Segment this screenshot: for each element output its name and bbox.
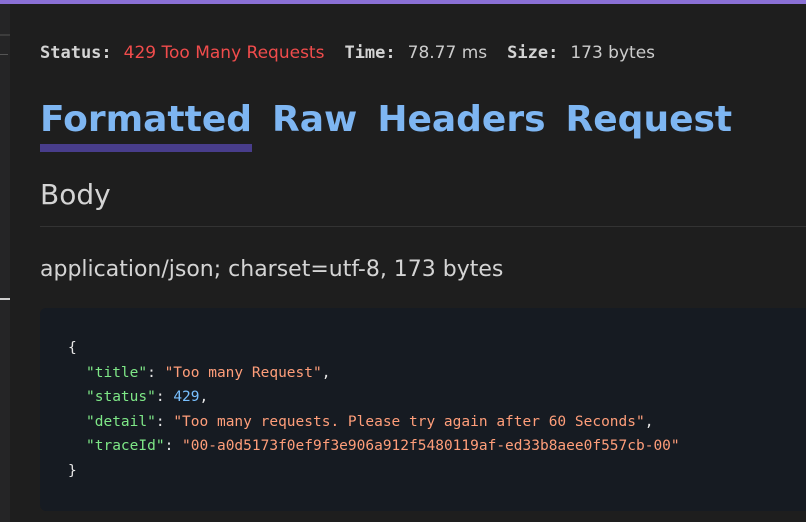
time-value: 78.77 ms (407, 43, 488, 63)
status-label: Status: (40, 43, 112, 63)
tab-headers[interactable]: Headers (377, 96, 545, 150)
json-line-title: "title": "Too many Request", (86, 364, 331, 381)
json-open-brace: { (68, 340, 77, 356)
section-divider (40, 226, 806, 227)
tab-request[interactable]: Request (566, 96, 733, 150)
json-value: "Too many requests. Please try again aft… (173, 413, 645, 430)
json-line-traceid: "traceId": "00-a0d5173f0ef9f3e906a912f54… (86, 438, 680, 455)
tab-raw[interactable]: Raw (272, 96, 357, 150)
edge-mark (0, 54, 8, 55)
time-label: Time: (344, 43, 396, 63)
json-key: "traceId" (86, 438, 165, 455)
content-type-info: application/json; charset=utf-8, 173 byt… (40, 257, 504, 282)
json-value: 429 (173, 389, 200, 406)
json-key: "detail" (86, 413, 156, 430)
edge-mark (0, 298, 10, 300)
response-tabs: Formatted Raw Headers Request (40, 96, 733, 152)
tab-formatted[interactable]: Formatted (40, 96, 253, 152)
top-accent-bar (0, 0, 806, 4)
edge-mark (0, 34, 10, 36)
json-code-block[interactable]: { "title": "Too many Request", "status": 4… (40, 308, 806, 511)
json-value: "00-a0d5173f0ef9f3e906a912f5480119af-ed3… (182, 438, 680, 455)
response-status-line: Status: 429 Too Many Requests Time: 78.7… (40, 41, 675, 65)
json-key: "title" (86, 364, 148, 381)
size-value: 173 bytes (570, 43, 656, 63)
json-key: "status" (86, 389, 156, 406)
json-line-detail: "detail": "Too many requests. Please try… (86, 413, 654, 430)
body-section-title: Body (40, 178, 111, 211)
status-value: 429 Too Many Requests (123, 43, 325, 63)
left-edge-panel (0, 4, 10, 522)
size-label: Size: (507, 43, 559, 63)
json-value: "Too many Request" (164, 364, 322, 381)
json-line-status: "status": 429, (86, 389, 209, 406)
json-close-brace: } (68, 462, 77, 479)
